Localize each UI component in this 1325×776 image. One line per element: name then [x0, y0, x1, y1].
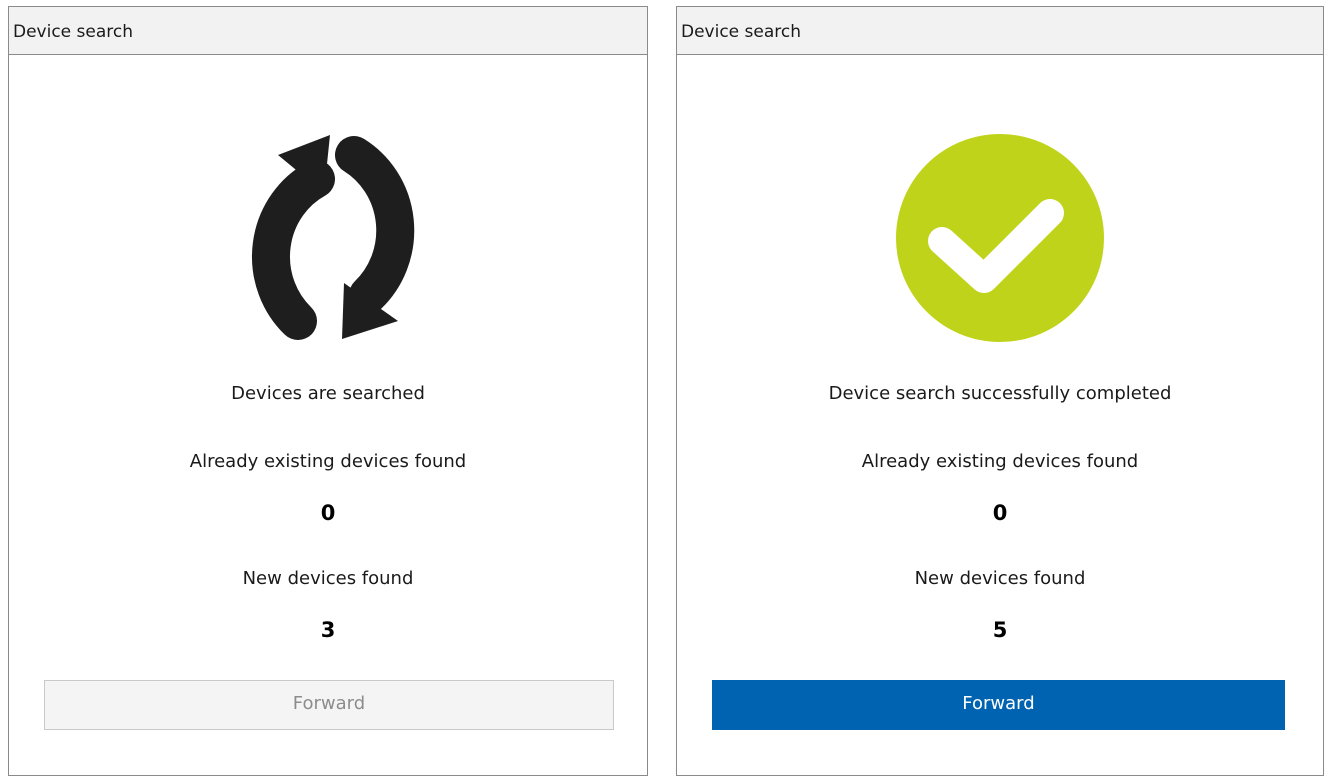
search-status-text: Devices are searched — [231, 383, 425, 404]
device-search-panel-completed: Device search Device search successfully… — [676, 6, 1324, 776]
existing-devices-count: 0 — [992, 501, 1008, 525]
success-check-icon — [677, 125, 1323, 351]
existing-devices-label: Already existing devices found — [189, 451, 467, 472]
device-search-panel-in-progress: Device search Devices are searched Alrea… — [8, 6, 648, 776]
panel-title: Device search — [9, 7, 647, 55]
forward-button[interactable]: Forward — [712, 680, 1285, 730]
forward-button-disabled: Forward — [44, 680, 614, 730]
existing-devices-count: 0 — [320, 501, 336, 525]
new-devices-count: 3 — [320, 618, 336, 642]
search-status-text: Device search successfully completed — [828, 383, 1172, 404]
existing-devices-label: Already existing devices found — [861, 451, 1139, 472]
refresh-icon — [9, 125, 647, 351]
new-devices-label: New devices found — [914, 568, 1086, 589]
new-devices-label: New devices found — [242, 568, 414, 589]
new-devices-count: 5 — [992, 618, 1008, 642]
panel-title: Device search — [677, 7, 1323, 55]
